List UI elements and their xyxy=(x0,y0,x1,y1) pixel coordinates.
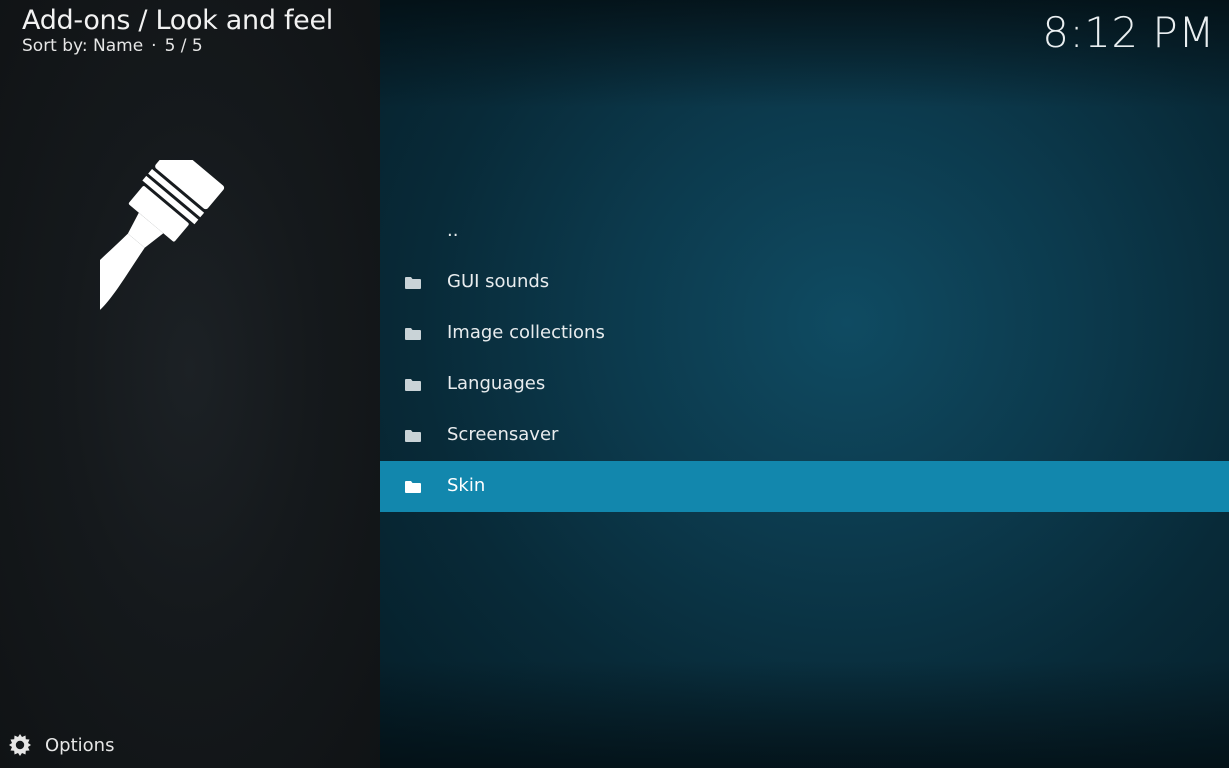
list-item-label: Languages xyxy=(447,373,546,394)
parent-folder-item[interactable]: .. xyxy=(380,206,1229,257)
list-item-languages[interactable]: Languages xyxy=(380,359,1229,410)
sort-label[interactable]: Sort by: Name xyxy=(22,36,143,56)
folder-icon xyxy=(405,481,421,493)
parent-folder-label: .. xyxy=(447,220,459,241)
list-item-image-collections[interactable]: Image collections xyxy=(380,308,1229,359)
list-item-gui-sounds[interactable]: GUI sounds xyxy=(380,257,1229,308)
page-title: Add-ons / Look and feel xyxy=(22,5,334,36)
list-item-label: Skin xyxy=(447,475,486,496)
clock: 8:12 PM xyxy=(1042,8,1215,57)
list-item-skin[interactable]: Skin xyxy=(380,461,1229,512)
folder-icon xyxy=(405,379,421,391)
options-label: Options xyxy=(45,734,115,756)
gear-icon xyxy=(9,734,31,756)
folder-icon xyxy=(405,430,421,442)
folder-icon xyxy=(405,277,421,289)
info-panel xyxy=(0,0,380,768)
options-button[interactable]: Options xyxy=(8,732,148,758)
sort-info: Sort by: Name · 5 / 5 xyxy=(22,36,203,56)
paintbrush-icon xyxy=(100,160,225,314)
list-item-label: GUI sounds xyxy=(447,271,550,292)
separator: · xyxy=(151,36,157,56)
list-item-label: Screensaver xyxy=(447,424,559,445)
folder-icon xyxy=(405,328,421,340)
screen: Add-ons / Look and feel Sort by: Name · 5 … xyxy=(0,0,1229,768)
list-item-label: Image collections xyxy=(447,322,605,343)
list-item-screensaver[interactable]: Screensaver xyxy=(380,410,1229,461)
item-count: 5 / 5 xyxy=(164,36,203,56)
addon-list: .. GUI sounds Image collections Language… xyxy=(380,206,1229,512)
